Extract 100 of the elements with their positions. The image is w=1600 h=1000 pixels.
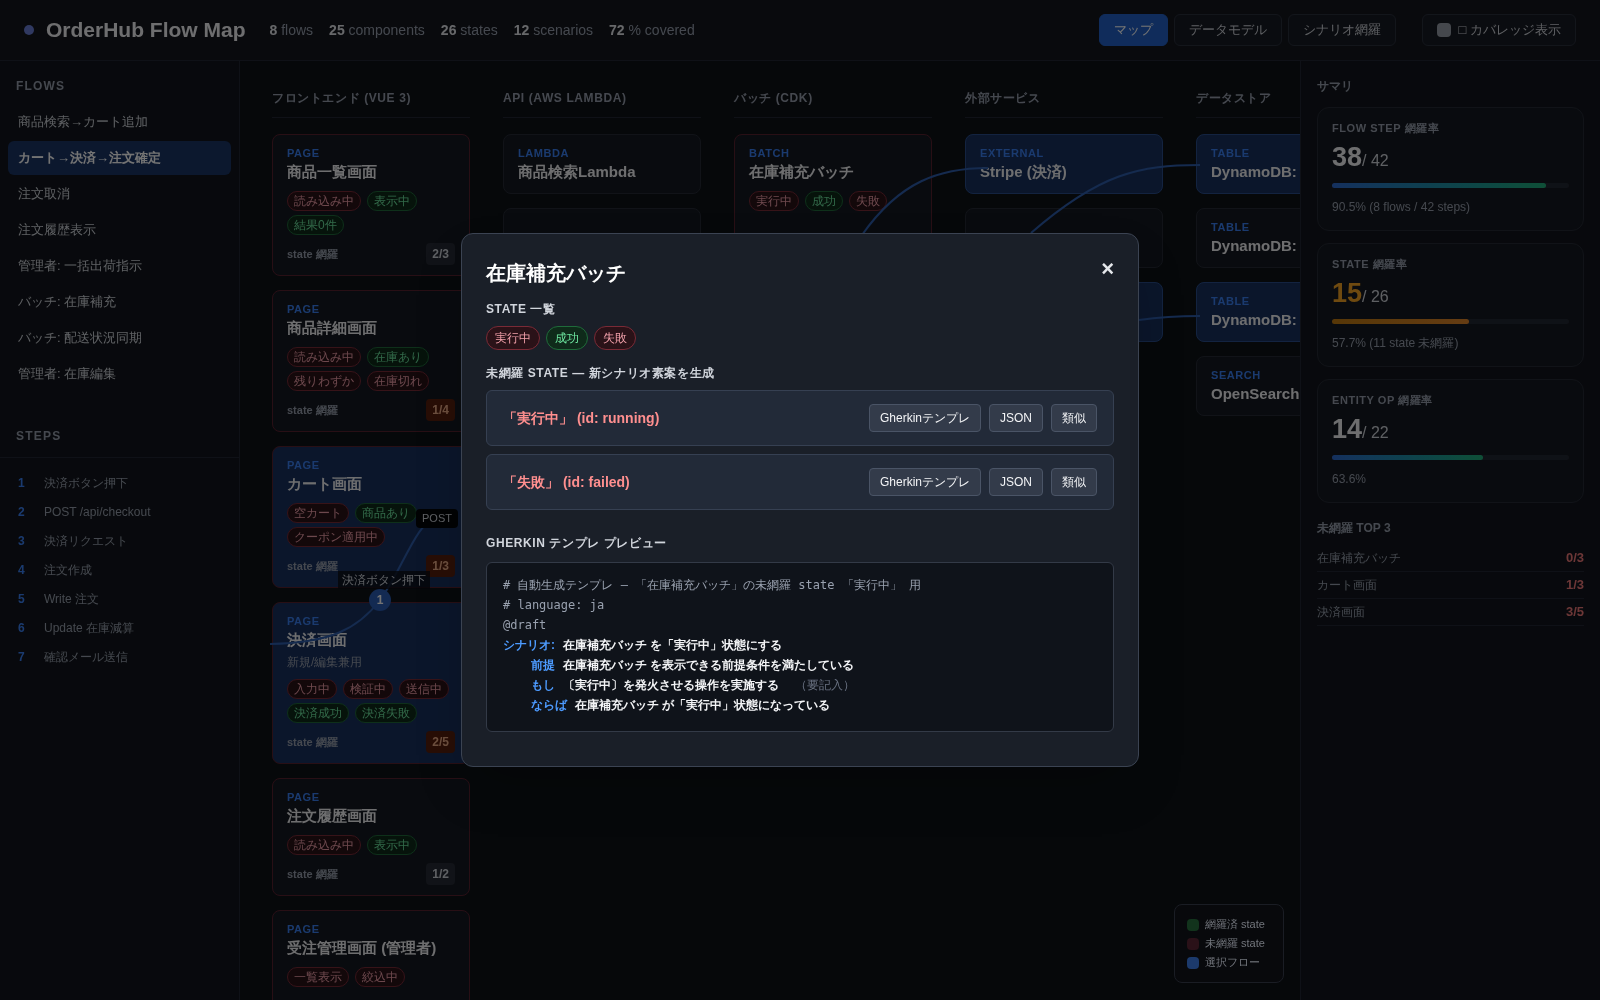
step-number: 4 — [18, 561, 26, 579]
column-heading: フロントエンド (VUE 3) — [272, 89, 470, 118]
card-kind-label: LAMBDA — [518, 146, 569, 161]
metric-title: FLOW STEP 網羅率 — [1332, 121, 1441, 136]
state-tag: 残りわずか — [287, 371, 361, 391]
ranking-count: 3/5 — [1565, 603, 1584, 622]
code-line: 前提 在庫補充バッチ を表示できる前提条件を満たしている — [530, 657, 856, 674]
card-title: DynamoDB: — [1211, 310, 1297, 330]
state-tag: 読み込み中 — [287, 347, 361, 367]
coverage-label: state 網羅 — [287, 558, 338, 574]
toggle-label: □ カバレッジ表示 — [1458, 21, 1561, 40]
metric-title: ENTITY OP 網羅率 — [1332, 393, 1434, 408]
stat-text: 72 % covered — [609, 20, 695, 40]
state-label: 「失敗」 (id: failed) — [503, 472, 630, 492]
card-title: 受注管理画面 (管理者) — [287, 938, 437, 958]
coverage-label: state 網羅 — [287, 734, 338, 750]
state-tag: 実行中 — [486, 326, 540, 350]
ranking-name: 決済画面 — [1317, 604, 1365, 621]
section-heading: GHERKIN テンプレ プレビュー — [486, 535, 668, 552]
metric-value: 14 — [1332, 412, 1363, 446]
card-kind-label: PAGE — [287, 302, 320, 317]
state-tag: 成功 — [546, 326, 588, 350]
step-number: 7 — [18, 648, 26, 666]
step-number: 5 — [18, 590, 26, 608]
legend-label: 網羅済 state — [1205, 917, 1265, 933]
code-line: # 自動生成テンプレ — 「在庫補充バッチ」の未網羅 state 「実行中」 用 — [503, 577, 922, 594]
metric-total: / 26 — [1362, 287, 1389, 307]
state-tag: 入力中 — [287, 679, 337, 699]
section-heading: 未網羅 TOP 3 — [1317, 520, 1392, 537]
stat-text: 12 scenarios — [513, 20, 594, 40]
card-title: Stripe (決済) — [980, 162, 1067, 182]
metric-title: STATE 網羅率 — [1332, 257, 1409, 272]
state-tag: 在庫あり — [367, 347, 429, 367]
stat-text: 25 components — [329, 20, 425, 40]
ranking-count: 1/3 — [1565, 576, 1584, 595]
card-title: OpenSearch — [1211, 384, 1300, 404]
card-title: 在庫補充バッチ — [749, 162, 854, 182]
card-kind-label: BATCH — [749, 146, 790, 161]
metric-value: 15 — [1332, 276, 1363, 310]
state-tag: 絞込中 — [355, 967, 405, 987]
card-kind-label: PAGE — [287, 146, 320, 161]
coverage-label: state 網羅 — [287, 866, 338, 882]
state-tag: 決済成功 — [287, 703, 349, 723]
coverage-count: 2/3 — [426, 243, 455, 265]
code-line: ならば 在庫補充バッチ が「実行中」状態になっている — [530, 697, 832, 714]
card-title: 注文履歴画面 — [287, 806, 377, 826]
edge-label: POST — [416, 509, 458, 528]
metric-total: / 42 — [1362, 151, 1389, 171]
card-title: 商品検索Lambda — [518, 162, 636, 182]
state-tag: 商品あり — [355, 503, 417, 523]
metric-note: 63.6% — [1332, 471, 1368, 488]
metric-total: / 22 — [1362, 423, 1389, 443]
metric-note: 90.5% (8 flows / 42 steps) — [1332, 199, 1472, 216]
step-label: 決済ボタン押下 — [338, 571, 430, 589]
code-line: もし 〔実行中〕を発火させる操作を実施する （要記入） — [530, 677, 856, 694]
code-line: @draft — [503, 617, 548, 634]
card-kind-label: TABLE — [1211, 146, 1250, 161]
coverage-count: 2/5 — [426, 731, 455, 753]
stat-text: 8 flows — [269, 20, 314, 40]
ranking-count: 0/3 — [1565, 549, 1584, 568]
card-title: 商品詳細画面 — [287, 318, 377, 338]
state-tag: 一覧表示 — [287, 967, 349, 987]
state-tag: 決済失敗 — [355, 703, 417, 723]
card-kind-label: EXTERNAL — [980, 146, 1044, 161]
state-tag: 読み込み中 — [287, 191, 361, 211]
modal-title: 在庫補充バッチ — [486, 261, 626, 286]
card-kind-label: SEARCH — [1211, 368, 1261, 383]
coverage-label: state 網羅 — [287, 402, 338, 418]
card-kind-label: PAGE — [287, 790, 320, 805]
column-heading: API (AWS LAMBDA) — [503, 89, 701, 118]
state-tag: 成功 — [805, 191, 843, 211]
card-title: カート画面 — [287, 474, 362, 494]
state-label: 「実行中」 (id: running) — [503, 408, 660, 428]
coverage-count: 1/4 — [426, 399, 455, 421]
column-heading: 外部サービス — [965, 89, 1163, 118]
state-tag: 表示中 — [367, 191, 417, 211]
step-number: 3 — [18, 532, 26, 550]
state-tag: 読み込み中 — [287, 835, 361, 855]
code-line: # language: ja — [503, 597, 606, 614]
state-tag: 空カート — [287, 503, 349, 523]
state-tag: 失敗 — [849, 191, 887, 211]
section-heading: FLOWS — [15, 78, 67, 95]
state-tag: クーポン適用中 — [287, 527, 385, 547]
state-tag: 送信中 — [399, 679, 449, 699]
coverage-count: 1/2 — [426, 863, 455, 885]
card-kind-label: PAGE — [287, 922, 320, 937]
section-heading: STEPS — [0, 427, 239, 458]
step-number: 6 — [18, 619, 26, 637]
legend-label: 未網羅 state — [1205, 936, 1265, 952]
app-title: OrderHub Flow Map — [46, 17, 246, 44]
stat-text: 26 states — [440, 20, 498, 40]
state-tag: 失敗 — [594, 326, 636, 350]
card-kind-label: TABLE — [1211, 294, 1250, 309]
step-number: 2 — [18, 503, 26, 521]
state-tag: 検証中 — [343, 679, 393, 699]
card-kind-label: TABLE — [1211, 220, 1250, 235]
card-title: 商品一覧画面 — [287, 162, 377, 182]
card-title: DynamoDB: — [1211, 236, 1297, 256]
section-heading: 未網羅 STATE — 新シナリオ素案を生成 — [486, 365, 716, 382]
section-heading: サマリ — [1317, 78, 1354, 95]
